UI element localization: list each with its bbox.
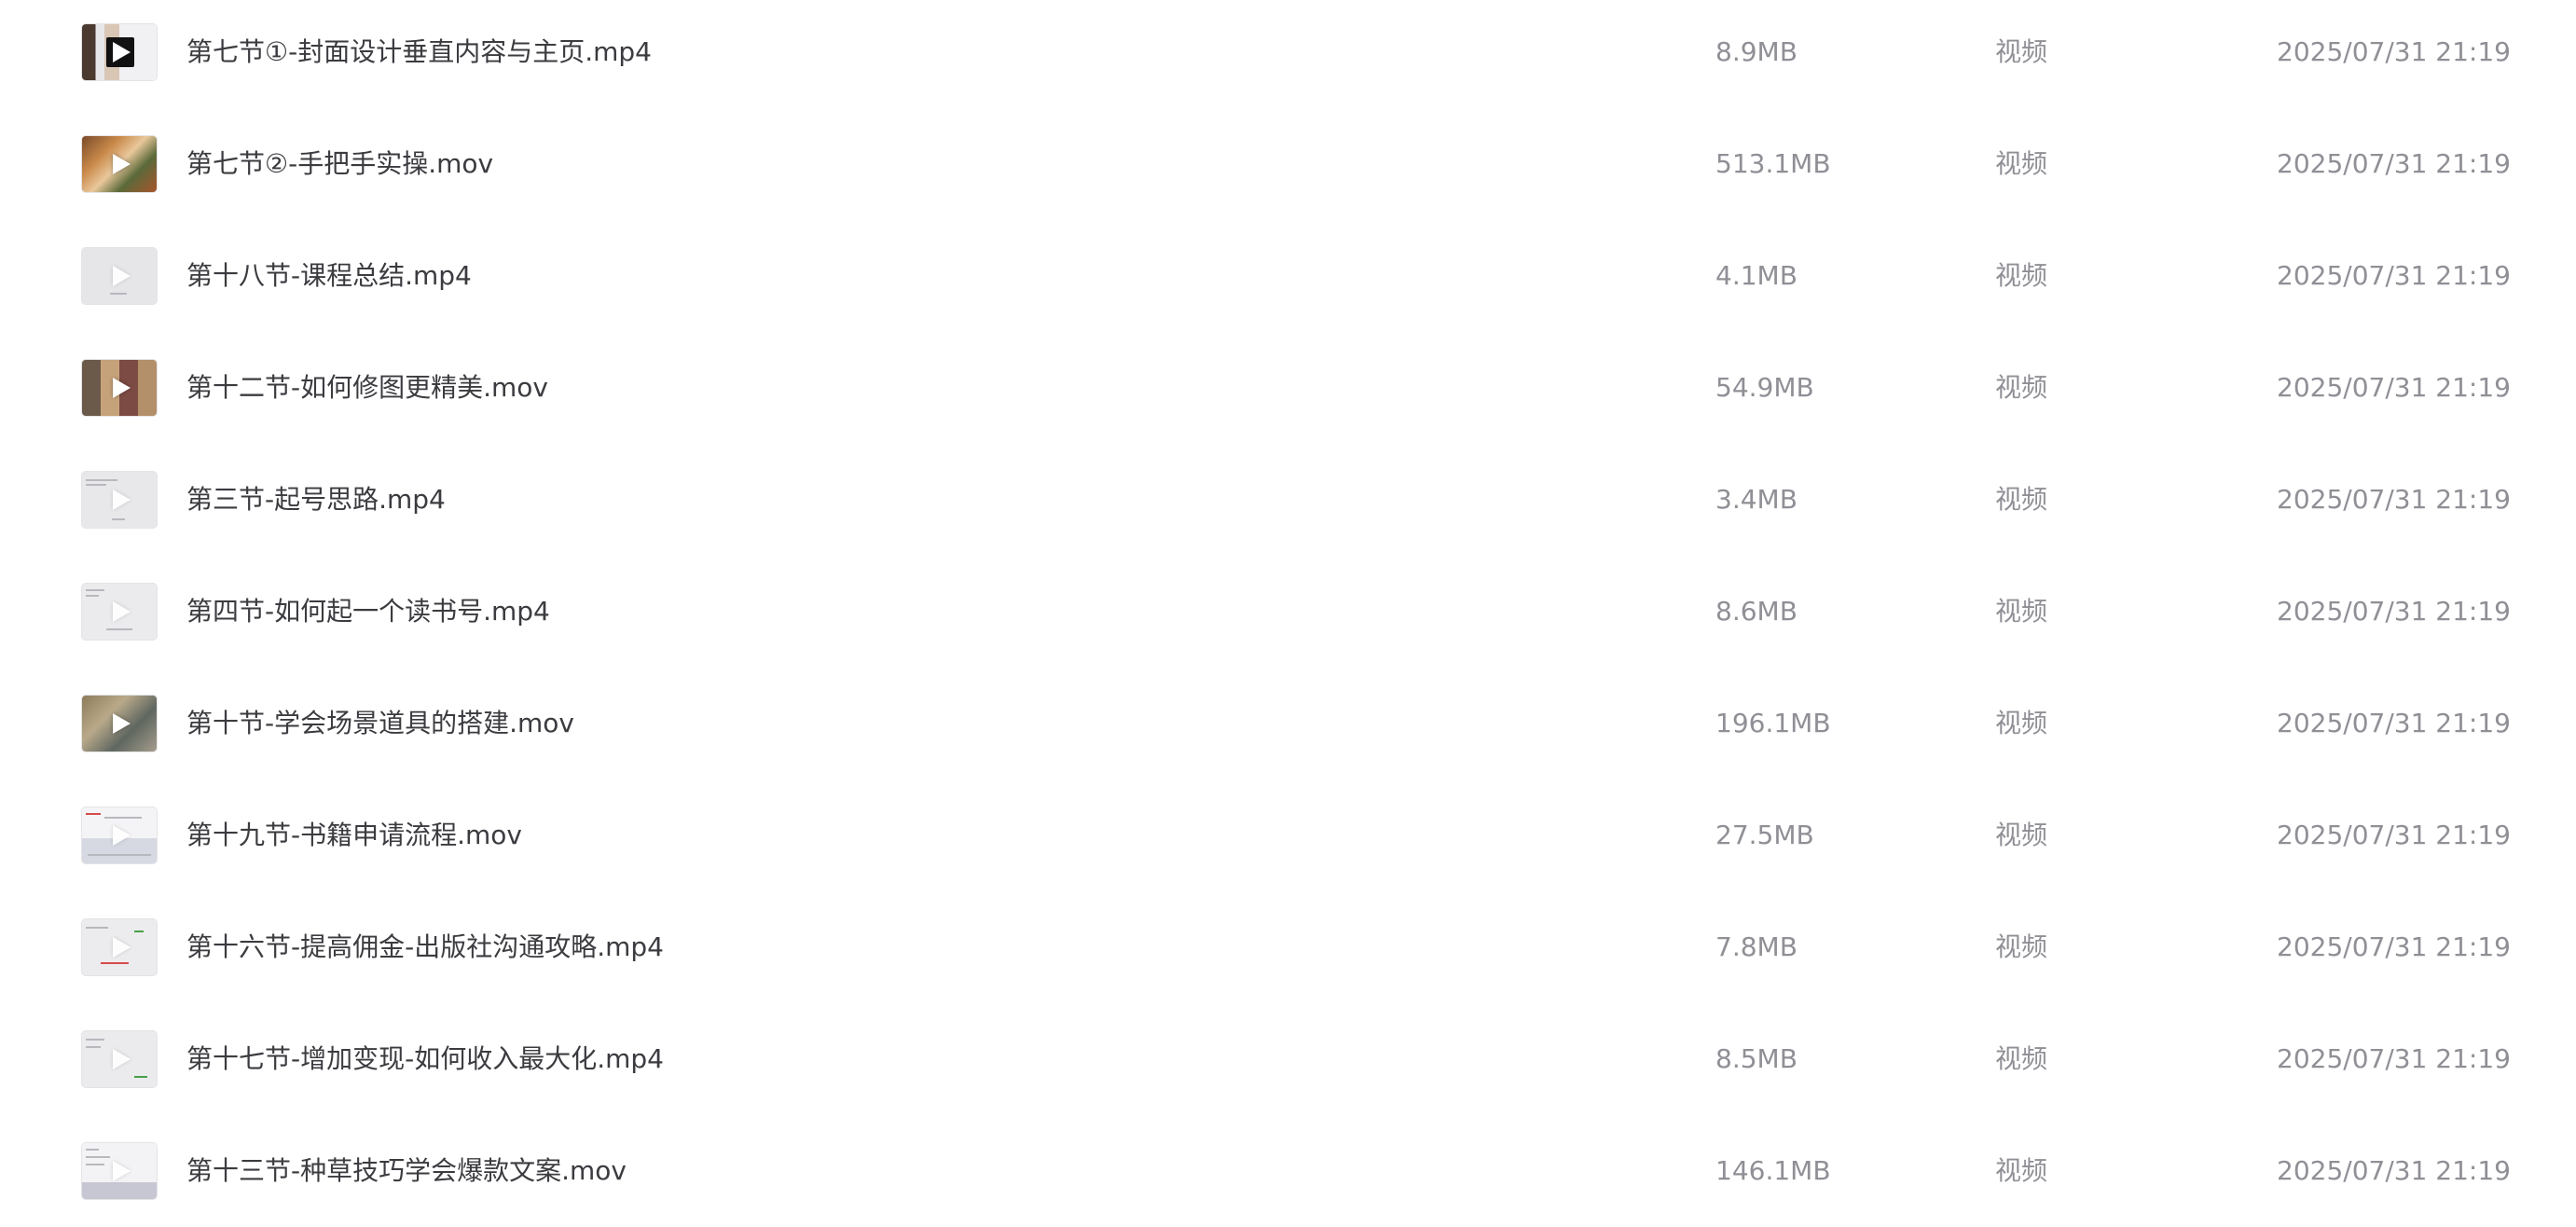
video-thumbnail-icon[interactable] xyxy=(82,807,157,863)
file-size: 196.1MB xyxy=(1715,708,1831,738)
file-name[interactable]: 第十八节-课程总结.mp4 xyxy=(186,257,472,295)
file-row[interactable]: 第三节-起号思路.mp4 3.4MB 视频 2025/07/31 21:19 xyxy=(0,444,2576,556)
file-name[interactable]: 第七节①-封面设计垂直内容与主页.mp4 xyxy=(186,34,652,71)
file-size: 4.1MB xyxy=(1715,260,1798,291)
play-icon xyxy=(113,601,131,622)
video-thumbnail-icon[interactable] xyxy=(82,1143,157,1199)
file-type: 视频 xyxy=(1995,260,2048,291)
thumb-text-line xyxy=(104,817,142,819)
play-icon xyxy=(113,1161,131,1181)
thumb-text-line xyxy=(86,927,108,929)
thumb-text-line xyxy=(86,1156,110,1158)
thumb-accent-line xyxy=(134,931,144,932)
thumb-text-line xyxy=(86,484,106,486)
file-type: 视频 xyxy=(1995,1155,2048,1186)
video-thumbnail-icon[interactable] xyxy=(82,919,157,975)
play-icon xyxy=(113,825,131,846)
thumb-text-line xyxy=(86,1046,101,1048)
file-type: 视频 xyxy=(1995,1043,2048,1074)
file-row[interactable]: 第十三节-种草技巧学会爆款文案.mov 146.1MB 视频 2025/07/3… xyxy=(0,1115,2576,1227)
file-type: 视频 xyxy=(1995,372,2048,403)
file-row[interactable]: 第十节-学会场景道具的搭建.mov 196.1MB 视频 2025/07/31 … xyxy=(0,668,2576,779)
file-name[interactable]: 第十六节-提高佣金-出版社沟通攻略.mp4 xyxy=(186,929,664,966)
file-modified-time: 2025/07/31 21:19 xyxy=(2277,820,2511,850)
file-row[interactable]: 第十七节-增加变现-如何收入最大化.mp4 8.5MB 视频 2025/07/3… xyxy=(0,1003,2576,1115)
thumb-text-line xyxy=(86,589,104,591)
video-thumbnail-icon[interactable] xyxy=(82,360,157,416)
thumb-text-line xyxy=(86,595,99,597)
file-modified-time: 2025/07/31 21:19 xyxy=(2277,596,2511,627)
thumb-accent-line xyxy=(134,1076,147,1078)
file-name[interactable]: 第十二节-如何修图更精美.mov xyxy=(186,369,548,407)
thumb-text-line xyxy=(86,479,117,481)
video-thumbnail-icon[interactable] xyxy=(82,696,157,751)
thumb-text-line xyxy=(88,854,151,856)
file-size: 8.9MB xyxy=(1715,36,1798,67)
file-row[interactable]: 第十八节-课程总结.mp4 4.1MB 视频 2025/07/31 21:19 xyxy=(0,220,2576,332)
file-row[interactable]: 第十二节-如何修图更精美.mov 54.9MB 视频 2025/07/31 21… xyxy=(0,332,2576,444)
play-icon xyxy=(113,266,131,286)
file-size: 8.5MB xyxy=(1715,1043,1798,1074)
thumb-caption-line xyxy=(112,518,125,520)
file-name[interactable]: 第七节②-手把手实操.mov xyxy=(186,145,493,183)
file-size: 27.5MB xyxy=(1715,820,1814,850)
file-row[interactable]: 第四节-如何起一个读书号.mp4 8.6MB 视频 2025/07/31 21:… xyxy=(0,556,2576,668)
file-modified-time: 2025/07/31 21:19 xyxy=(2277,484,2511,515)
file-modified-time: 2025/07/31 21:19 xyxy=(2277,372,2511,403)
file-modified-time: 2025/07/31 21:19 xyxy=(2277,931,2511,962)
file-size: 513.1MB xyxy=(1715,148,1831,179)
thumb-accent-line xyxy=(86,813,101,815)
file-modified-time: 2025/07/31 21:19 xyxy=(2277,36,2511,67)
file-row[interactable]: 第七节②-手把手实操.mov 513.1MB 视频 2025/07/31 21:… xyxy=(0,108,2576,220)
play-icon xyxy=(113,42,131,62)
thumb-caption-line xyxy=(110,293,127,295)
file-size: 3.4MB xyxy=(1715,484,1798,515)
video-thumbnail-icon[interactable] xyxy=(82,472,157,528)
file-modified-time: 2025/07/31 21:19 xyxy=(2277,1155,2511,1186)
file-modified-time: 2025/07/31 21:19 xyxy=(2277,148,2511,179)
file-modified-time: 2025/07/31 21:19 xyxy=(2277,708,2511,738)
thumb-text-line xyxy=(86,1039,104,1041)
file-size: 54.9MB xyxy=(1715,372,1814,403)
file-type: 视频 xyxy=(1995,596,2048,627)
file-row[interactable]: 第七节①-封面设计垂直内容与主页.mp4 8.9MB 视频 2025/07/31… xyxy=(0,0,2576,108)
thumb-caption-line xyxy=(106,628,132,630)
file-size: 7.8MB xyxy=(1715,931,1798,962)
thumb-accent-line xyxy=(101,962,129,964)
video-thumbnail-icon[interactable] xyxy=(82,1031,157,1087)
file-name[interactable]: 第三节-起号思路.mp4 xyxy=(186,481,446,518)
file-list: 第七节①-封面设计垂直内容与主页.mp4 8.9MB 视频 2025/07/31… xyxy=(0,0,2576,1226)
file-type: 视频 xyxy=(1995,931,2048,962)
play-icon xyxy=(113,489,131,510)
file-type: 视频 xyxy=(1995,148,2048,179)
video-thumbnail-icon[interactable] xyxy=(82,24,157,80)
file-name[interactable]: 第十九节-书籍申请流程.mov xyxy=(186,817,522,854)
file-size: 8.6MB xyxy=(1715,596,1798,627)
file-name[interactable]: 第十七节-增加变现-如何收入最大化.mp4 xyxy=(186,1041,664,1078)
play-icon xyxy=(113,937,131,958)
file-modified-time: 2025/07/31 21:19 xyxy=(2277,260,2511,291)
file-type: 视频 xyxy=(1995,820,2048,850)
file-type: 视频 xyxy=(1995,484,2048,515)
thumb-text-line xyxy=(86,1149,99,1151)
file-name[interactable]: 第十节-学会场景道具的搭建.mov xyxy=(186,705,574,742)
file-type: 视频 xyxy=(1995,708,2048,738)
file-row[interactable]: 第十九节-书籍申请流程.mov 27.5MB 视频 2025/07/31 21:… xyxy=(0,779,2576,891)
thumb-text-line xyxy=(86,1164,104,1165)
video-thumbnail-icon[interactable] xyxy=(82,136,157,192)
file-size: 146.1MB xyxy=(1715,1155,1831,1186)
file-type: 视频 xyxy=(1995,36,2048,67)
video-thumbnail-icon[interactable] xyxy=(82,248,157,304)
play-icon xyxy=(113,378,131,398)
play-icon xyxy=(113,713,131,734)
file-row[interactable]: 第十六节-提高佣金-出版社沟通攻略.mp4 7.8MB 视频 2025/07/3… xyxy=(0,891,2576,1003)
play-icon xyxy=(113,1049,131,1069)
file-name[interactable]: 第四节-如何起一个读书号.mp4 xyxy=(186,593,550,630)
file-modified-time: 2025/07/31 21:19 xyxy=(2277,1043,2511,1074)
play-icon xyxy=(113,154,131,174)
file-name[interactable]: 第十三节-种草技巧学会爆款文案.mov xyxy=(186,1152,627,1190)
video-thumbnail-icon[interactable] xyxy=(82,584,157,640)
